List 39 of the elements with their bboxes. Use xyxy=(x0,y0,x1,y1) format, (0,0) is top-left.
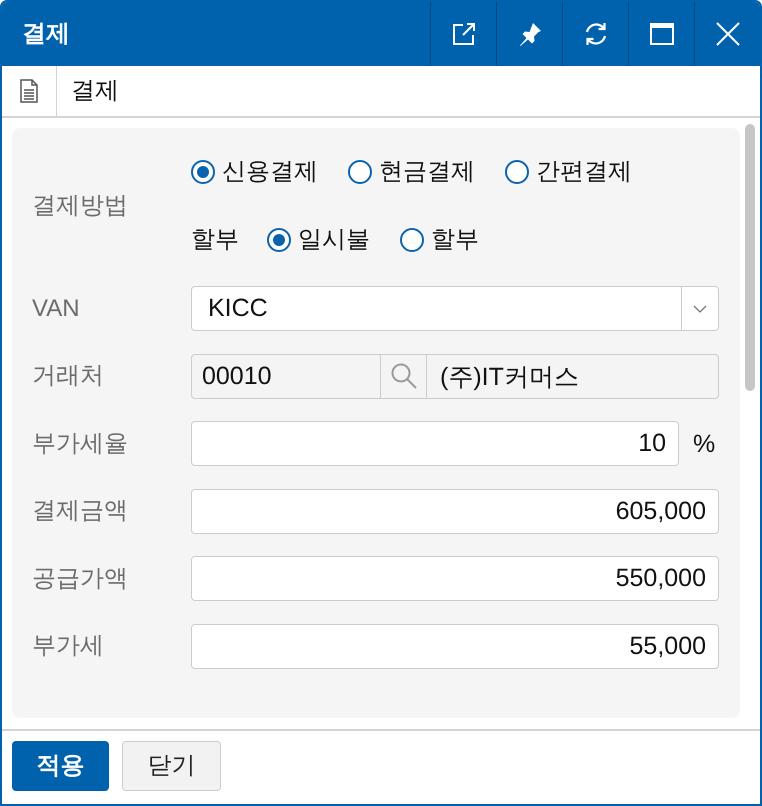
field-label: 거래처 xyxy=(32,362,104,389)
radio-label[interactable]: 할부 xyxy=(431,226,479,254)
name-field[interactable]: (주)IT커머스 xyxy=(427,354,719,398)
field-label: 부가세 xyxy=(32,632,104,659)
close-button[interactable]: 닫기 xyxy=(122,741,221,791)
field-label: VAN xyxy=(32,294,80,322)
unit-label: % xyxy=(693,428,716,458)
search-button[interactable] xyxy=(381,354,427,398)
search-icon xyxy=(390,363,416,389)
field-label: 공급가액 xyxy=(32,564,128,592)
field-label: 결제금액 xyxy=(32,497,128,524)
apply-button[interactable]: 적용 xyxy=(12,741,109,791)
number-field[interactable]: 10 xyxy=(191,421,679,466)
radio-label[interactable]: 현금결제 xyxy=(379,158,475,186)
field-label: 부가세율 xyxy=(32,430,128,456)
pin-icon xyxy=(518,22,542,46)
van-select[interactable]: KICC xyxy=(191,286,719,331)
radio-label[interactable]: 간편결제 xyxy=(536,158,632,186)
page-title: 결제 xyxy=(71,76,119,106)
code-field[interactable]: 00010 xyxy=(191,354,381,398)
installment-label: 할부 xyxy=(191,226,239,254)
radio-button[interactable] xyxy=(348,160,372,184)
number-field[interactable]: 55,000 xyxy=(191,624,719,668)
external-link-icon xyxy=(452,22,476,46)
radio-label[interactable]: 신용결제 xyxy=(222,158,318,186)
number-field[interactable]: 605,000 xyxy=(191,488,719,534)
radio-button[interactable] xyxy=(505,160,529,184)
close-icon xyxy=(716,22,740,46)
number-field[interactable]: 550,000 xyxy=(191,556,719,601)
document-icon xyxy=(20,79,38,103)
field-label: 결제방법 xyxy=(32,192,128,219)
radio-button[interactable] xyxy=(191,160,215,184)
maximize-icon xyxy=(650,23,674,45)
radio-label[interactable]: 일시불 xyxy=(298,226,370,254)
radio-button[interactable] xyxy=(267,228,291,252)
window-title: 결제 xyxy=(22,20,70,48)
radio-button[interactable] xyxy=(400,228,424,252)
chevron-down-icon xyxy=(693,304,707,312)
scrollbar-thumb[interactable] xyxy=(745,124,755,391)
